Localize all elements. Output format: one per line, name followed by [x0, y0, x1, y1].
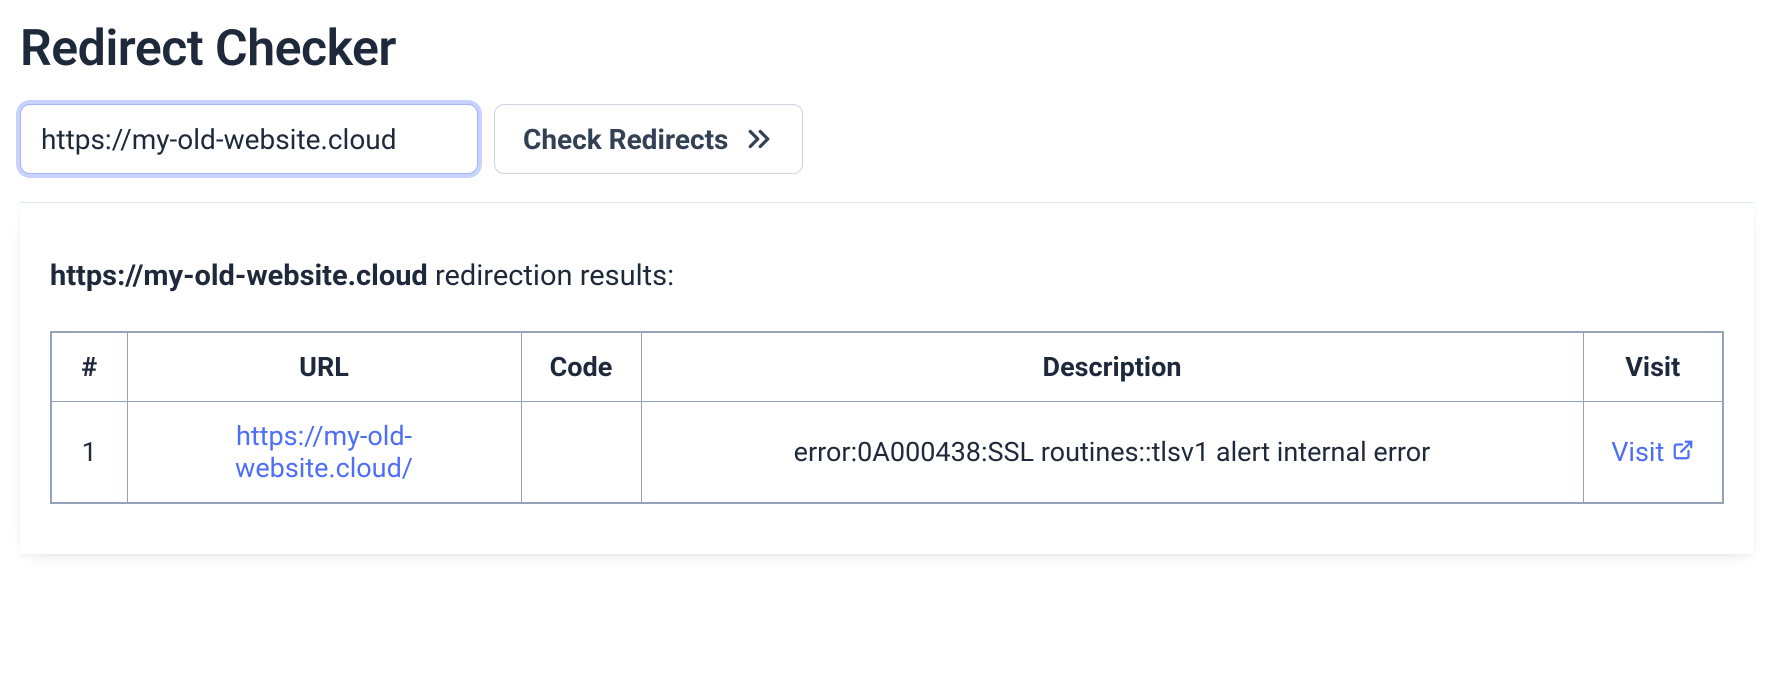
- cell-visit: Visit: [1583, 402, 1723, 504]
- cell-url: https://my-old-website.cloud/: [127, 402, 521, 504]
- col-header-num: #: [51, 332, 127, 402]
- visit-link[interactable]: Visit: [1611, 436, 1694, 468]
- chevrons-right-icon: [744, 124, 774, 154]
- col-header-visit: Visit: [1583, 332, 1723, 402]
- cell-code: [521, 402, 641, 504]
- table-row: 1 https://my-old-website.cloud/ error:0A…: [51, 402, 1723, 504]
- col-header-code: Code: [521, 332, 641, 402]
- url-input[interactable]: [20, 104, 478, 174]
- cell-description: error:0A000438:SSL routines::tlsv1 alert…: [641, 402, 1583, 504]
- col-header-url: URL: [127, 332, 521, 402]
- results-card: https://my-old-website.cloud redirection…: [20, 203, 1754, 554]
- check-redirects-label: Check Redirects: [523, 123, 728, 156]
- controls-row: Check Redirects: [20, 104, 1754, 203]
- cell-num: 1: [51, 402, 127, 504]
- results-heading: https://my-old-website.cloud redirection…: [50, 259, 1724, 293]
- visit-link-label: Visit: [1611, 436, 1664, 468]
- results-table: # URL Code Description Visit 1 https://m…: [50, 331, 1724, 504]
- check-redirects-button[interactable]: Check Redirects: [494, 104, 803, 174]
- results-heading-suffix: redirection results:: [428, 259, 674, 293]
- results-heading-url: https://my-old-website.cloud: [50, 259, 428, 293]
- external-link-icon: [1672, 436, 1694, 468]
- result-url-link[interactable]: https://my-old-website.cloud/: [235, 420, 413, 484]
- col-header-description: Description: [641, 332, 1583, 402]
- table-header-row: # URL Code Description Visit: [51, 332, 1723, 402]
- page-title: Redirect Checker: [20, 20, 1754, 78]
